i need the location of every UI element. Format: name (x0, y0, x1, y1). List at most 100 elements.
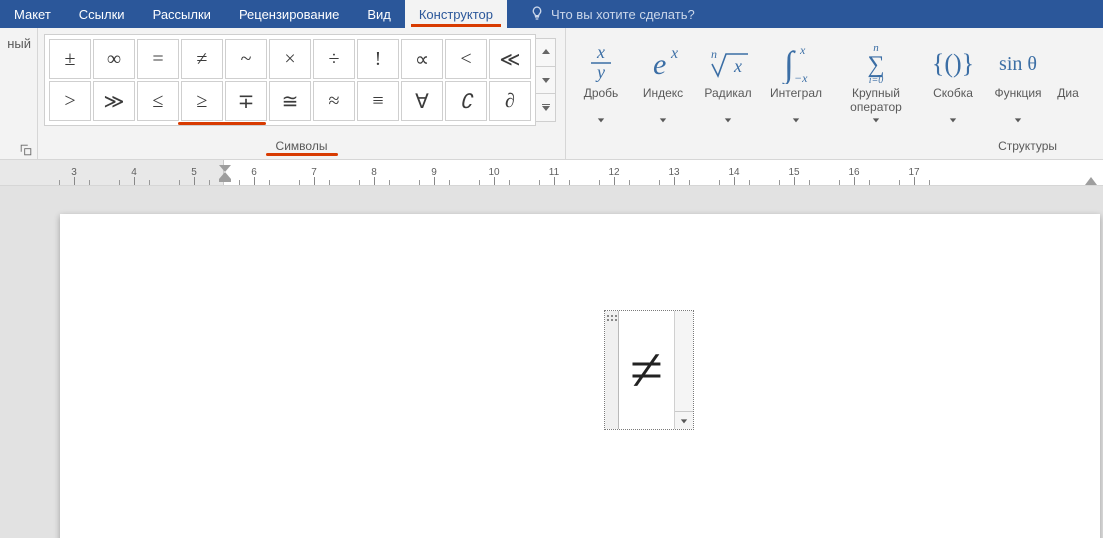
ruler-unit: 6 (224, 163, 284, 185)
tab-view[interactable]: Вид (353, 0, 405, 28)
gallery-scroll-down-button[interactable] (536, 67, 555, 95)
svg-text:sin θ: sin θ (999, 53, 1037, 75)
symbols-gallery: ± ∞ = ≠ ~ × ÷ ! ∝ < ≪ > ≫ ≤ ≥ ∓ ≅ (44, 34, 536, 126)
symbol-complement[interactable]: ∁ (445, 81, 487, 121)
symbol-identical[interactable]: ≡ (357, 81, 399, 121)
symbol-proportional[interactable]: ∝ (401, 39, 443, 79)
symbol-divide[interactable]: ÷ (313, 39, 355, 79)
ruler-unit: 15 (764, 163, 824, 185)
ribbon-tabstrip: Макет Ссылки Рассылки Рецензирование Вид… (0, 0, 1103, 28)
ruler-unit: 5 (164, 163, 224, 185)
symbol-less-equal[interactable]: ≤ (137, 81, 179, 121)
lightbulb-icon (529, 5, 545, 24)
ruler-unit: 9 (404, 163, 464, 185)
tell-me-placeholder: Что вы хотите сделать? (551, 7, 695, 22)
highlight-underline (178, 122, 266, 125)
fraction-icon: xy (587, 42, 615, 84)
symbol-equals[interactable]: = (137, 39, 179, 79)
document-area: ≠ (0, 186, 1103, 538)
structure-radical-button[interactable]: nx Радикал (696, 38, 760, 124)
tab-mailings[interactable]: Рассылки (139, 0, 225, 28)
highlight-underline (266, 153, 338, 156)
summation-icon: n∑i=0 (859, 42, 893, 84)
svg-text:y: y (595, 62, 605, 82)
group-fragment-left: ный (0, 28, 38, 159)
structure-script-button[interactable]: ex Индекс (634, 38, 692, 124)
symbol-tilde[interactable]: ~ (225, 39, 267, 79)
ruler-unit: 11 (524, 163, 584, 185)
structure-fraction-button[interactable]: xy Дробь (572, 38, 630, 124)
integral-icon: ∫x−x (776, 42, 816, 84)
ruler-unit: 8 (344, 163, 404, 185)
equation-options-button[interactable] (675, 411, 693, 429)
ribbon: ный ± ∞ = ≠ ~ × ÷ ! ∝ < ≪ > (0, 28, 1103, 160)
symbol-greater-equal[interactable]: ≥ (181, 81, 223, 121)
symbol-congruent[interactable]: ≅ (269, 81, 311, 121)
equation-object[interactable]: ≠ (604, 310, 694, 430)
chevron-down-icon (949, 116, 957, 124)
right-indent-marker-icon[interactable] (1085, 177, 1097, 185)
symbol-greater-than[interactable]: > (49, 81, 91, 121)
symbol-infinity[interactable]: ∞ (93, 39, 135, 79)
ruler-unit: 17 (884, 163, 944, 185)
svg-text:x: x (670, 45, 678, 62)
symbol-approx[interactable]: ≈ (313, 81, 355, 121)
structure-integral-button[interactable]: ∫x−x Интеграл (764, 38, 828, 124)
ruler-unit: 12 (584, 163, 644, 185)
symbol-not-equal[interactable]: ≠ (181, 39, 223, 79)
symbol-much-greater[interactable]: ≫ (93, 81, 135, 121)
ruler-unit: 7 (284, 163, 344, 185)
symbol-less-than[interactable]: < (445, 39, 487, 79)
structure-bracket-button[interactable]: {()} Скобка (924, 38, 982, 124)
ruler-unit: 13 (644, 163, 704, 185)
chevron-down-icon (597, 116, 605, 124)
ruler-unit: 10 (464, 163, 524, 185)
svg-text:n: n (711, 47, 717, 61)
symbol-factorial[interactable]: ! (357, 39, 399, 79)
group-symbols-label: Символы (44, 137, 559, 157)
horizontal-ruler[interactable]: 34567891011121314151617 (0, 160, 1103, 186)
symbol-plus-minus[interactable]: ± (49, 39, 91, 79)
symbol-multiply[interactable]: × (269, 39, 311, 79)
grip-icon (607, 315, 617, 321)
ruler-unit: 4 (104, 163, 164, 185)
structure-function-button[interactable]: sin θ Функция (986, 38, 1050, 124)
tell-me-search[interactable]: Что вы хотите сделать? (529, 0, 695, 28)
function-icon: sin θ (991, 42, 1045, 84)
tab-equation-design[interactable]: Конструктор (405, 0, 507, 28)
tab-layout[interactable]: Макет (0, 0, 65, 28)
chevron-down-icon (792, 116, 800, 124)
chevron-down-icon (724, 116, 732, 124)
equation-move-handle[interactable] (605, 311, 619, 429)
symbol-much-less[interactable]: ≪ (489, 39, 531, 79)
svg-text:−x: −x (794, 71, 808, 84)
chevron-down-icon (1014, 116, 1022, 124)
gallery-more-button[interactable] (536, 94, 555, 121)
script-icon: ex (643, 42, 683, 84)
svg-text:x: x (733, 56, 742, 76)
group-symbols: ± ∞ = ≠ ~ × ÷ ! ∝ < ≪ > ≫ ≤ ≥ ∓ ≅ (38, 28, 566, 159)
symbol-for-all[interactable]: ∀ (401, 81, 443, 121)
bracket-icon: {()} (930, 42, 976, 84)
equation-content[interactable]: ≠ (619, 311, 675, 429)
radical-icon: nx (706, 42, 750, 84)
page[interactable]: ≠ (60, 214, 1100, 538)
ruler-unit: 16 (824, 163, 884, 185)
symbol-partial[interactable]: ∂ (489, 81, 531, 121)
svg-text:x: x (799, 43, 806, 57)
chevron-down-icon (659, 116, 667, 124)
svg-text:i=0: i=0 (869, 75, 884, 84)
symbol-minus-plus[interactable]: ∓ (225, 81, 267, 121)
tab-review[interactable]: Рецензирование (225, 0, 353, 28)
structure-large-operator-button[interactable]: n∑i=0 Крупный оператор (832, 38, 920, 124)
svg-text:x: x (596, 44, 605, 62)
group-structures: xy Дробь ex Индекс nx Радикал (566, 28, 1103, 159)
gallery-scroll-up-button[interactable] (536, 39, 555, 67)
svg-text:{()}: {()} (932, 49, 974, 78)
tab-references[interactable]: Ссылки (65, 0, 139, 28)
structure-accent-button[interactable]: Диа (1054, 38, 1082, 124)
dialog-launcher-icon[interactable] (19, 143, 33, 157)
ruler-unit: 14 (704, 163, 764, 185)
ruler-unit: 3 (44, 163, 104, 185)
left-fragment-text: ный (7, 36, 31, 51)
